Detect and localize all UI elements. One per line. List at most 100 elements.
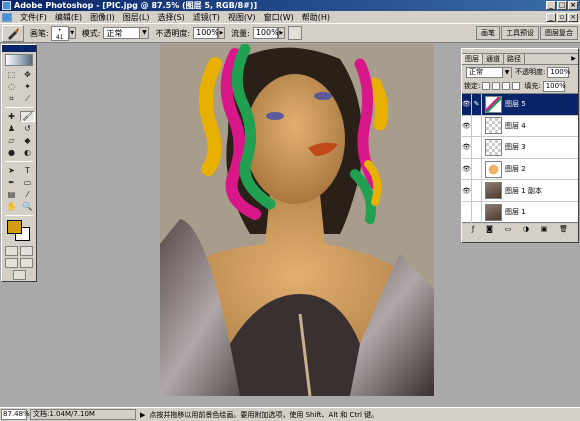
shape-tool-icon[interactable]: ▭ [20,177,35,188]
layer-row-3[interactable]: 👁 图层 3 [462,137,578,159]
link-slot[interactable] [472,115,482,137]
notes-tool-icon[interactable]: ▤ [4,189,19,200]
eye-icon[interactable]: 👁 [462,158,472,180]
doc-close-button[interactable]: × [568,12,578,22]
layer-row-4[interactable]: 👁 图层 4 [462,115,578,138]
blur-tool-icon[interactable]: ● [4,147,19,158]
layer-row-1-copy[interactable]: 👁 图层 1 副本 [462,180,578,202]
zoom-tool-icon[interactable]: 🔍 [20,201,35,212]
layer-opacity-input[interactable]: 100% [547,66,570,78]
eye-icon[interactable]: 👁 [462,94,472,115]
hand-tool-icon[interactable]: ✋ [4,201,19,212]
menu-image[interactable]: 图像(I) [86,12,119,23]
eye-slot[interactable] [462,201,472,223]
lock-transparency-checkbox[interactable] [482,82,491,90]
image-canvas[interactable] [160,44,434,396]
menu-select[interactable]: 选择(S) [153,12,188,23]
airbrush-toggle[interactable] [287,26,302,40]
menu-file[interactable]: 文件(F) [16,12,51,23]
link-slot[interactable] [472,158,482,180]
screen-mode-standard-button[interactable] [5,258,18,268]
palette-well-layer-comps[interactable]: 图层复合 [540,26,578,40]
slice-tool-icon[interactable]: ⟋ [20,93,35,104]
opacity-input[interactable]: 100% [193,27,219,39]
mode-select[interactable]: 正常 ▼ [103,27,150,39]
link-slot[interactable] [472,201,482,223]
layer-row-1[interactable]: 图层 1 [462,201,578,224]
eye-icon[interactable]: 👁 [462,115,472,137]
menu-view[interactable]: 视图(V) [224,12,260,23]
foreground-color-swatch[interactable] [7,220,22,234]
close-button[interactable]: × [568,1,578,10]
eye-icon[interactable]: 👁 [462,137,472,158]
lock-position-checkbox[interactable] [502,82,511,90]
path-selection-tool-icon[interactable]: ➤ [4,165,19,176]
minimize-button[interactable]: _ [546,1,556,10]
adobe-feather-logo[interactable] [5,54,33,66]
maximize-button[interactable]: □ [557,1,567,10]
crop-tool-icon[interactable]: ⌗ [4,93,19,104]
brush-tool-icon[interactable]: 🖌 [20,111,35,122]
lock-image-checkbox[interactable] [492,82,501,90]
right-eye [314,92,332,100]
layer-mask-icon[interactable]: ◙ [486,225,493,233]
doc-restore-button[interactable]: ▫ [557,12,567,22]
marquee-tool-icon[interactable]: ⬚ [4,69,19,80]
tab-channels[interactable]: 通道 [483,54,504,64]
new-layer-icon[interactable]: ▣ [541,225,548,233]
quick-mask-mode-button[interactable] [20,246,33,256]
type-tool-icon[interactable]: T [20,165,35,176]
standard-mode-button[interactable] [5,246,18,256]
status-menu-arrow-icon[interactable]: ▶ [140,411,145,419]
brush-picker[interactable]: • 41 [50,25,69,41]
eye-icon[interactable]: 👁 [462,180,472,201]
blend-mode-select[interactable]: 正常 ▼ [466,66,512,78]
menu-layer[interactable]: 图层(L) [119,12,154,23]
menu-edit[interactable]: 编辑(E) [51,12,86,23]
layer-style-icon[interactable]: ƒ [472,225,474,233]
layer-thumbnail [485,95,502,113]
paint-bucket-tool-icon[interactable]: ◆ [20,135,35,146]
palette-menu-icon[interactable]: ▶ [569,54,578,64]
tab-layers[interactable]: 图层 [462,54,483,64]
palette-well-tool-presets[interactable]: 工具预设 [501,26,539,40]
palette-well-brushes[interactable]: 画笔 [476,26,500,40]
menu-bar: 文件(F) 编辑(E) 图像(I) 图层(L) 选择(S) 滤镜(T) 视图(V… [0,11,580,24]
lasso-tool-icon[interactable]: ◌ [4,81,19,92]
doc-size-info[interactable]: 文档:1.04M/7.10M [30,409,136,420]
document-menu-icon[interactable] [2,12,12,22]
dodge-tool-icon[interactable]: ◐ [20,147,35,158]
jump-to-imageready-button[interactable] [12,270,26,280]
eraser-tool-icon[interactable]: ▱ [4,135,19,146]
doc-minimize-button[interactable]: _ [546,12,556,22]
zoom-field[interactable]: 87.48% [1,409,30,420]
link-slot[interactable] [472,137,482,158]
tool-preset-picker[interactable] [2,24,24,42]
flow-input[interactable]: 100% [252,27,279,39]
eyedropper-tool-icon[interactable]: ⁄ [20,189,35,200]
layer-row-5[interactable]: 👁 ✎ 图层 5 [462,94,578,116]
layer-row-2[interactable]: 👁 图层 2 [462,158,578,181]
magic-wand-tool-icon[interactable]: ✦ [20,81,35,92]
layer-set-icon[interactable]: ▭ [505,225,512,233]
lock-all-checkbox[interactable] [512,82,521,90]
toolbox-titlebar[interactable] [2,45,36,52]
clone-stamp-tool-icon[interactable]: ♟ [4,123,19,134]
menu-filter[interactable]: 滤镜(T) [189,12,224,23]
fill-input[interactable]: 100% [542,80,566,92]
move-tool-icon[interactable]: ✥ [20,69,35,80]
delete-layer-icon[interactable]: 🗑 [559,225,568,233]
menu-window[interactable]: 窗口(W) [260,12,298,23]
link-slot[interactable] [472,180,482,201]
tab-paths[interactable]: 路径 [504,54,525,64]
screen-mode-full-button[interactable] [20,258,33,268]
pen-tool-icon[interactable]: ✒ [4,177,19,188]
brush-picker-arrow[interactable]: ▼ [68,27,76,39]
layers-palette: 图层 通道 路径 ▶ 正常 ▼ 不透明度: 100% 锁定: 填充: 100% … [461,48,579,243]
flow-slider-arrow[interactable]: ▶ [277,27,285,39]
opacity-slider-arrow[interactable]: ▶ [218,27,226,39]
history-brush-tool-icon[interactable]: ↺ [20,123,35,134]
healing-brush-tool-icon[interactable]: ✚ [4,111,19,122]
adjustment-layer-icon[interactable]: ◑ [523,225,529,233]
menu-help[interactable]: 帮助(H) [298,12,334,23]
